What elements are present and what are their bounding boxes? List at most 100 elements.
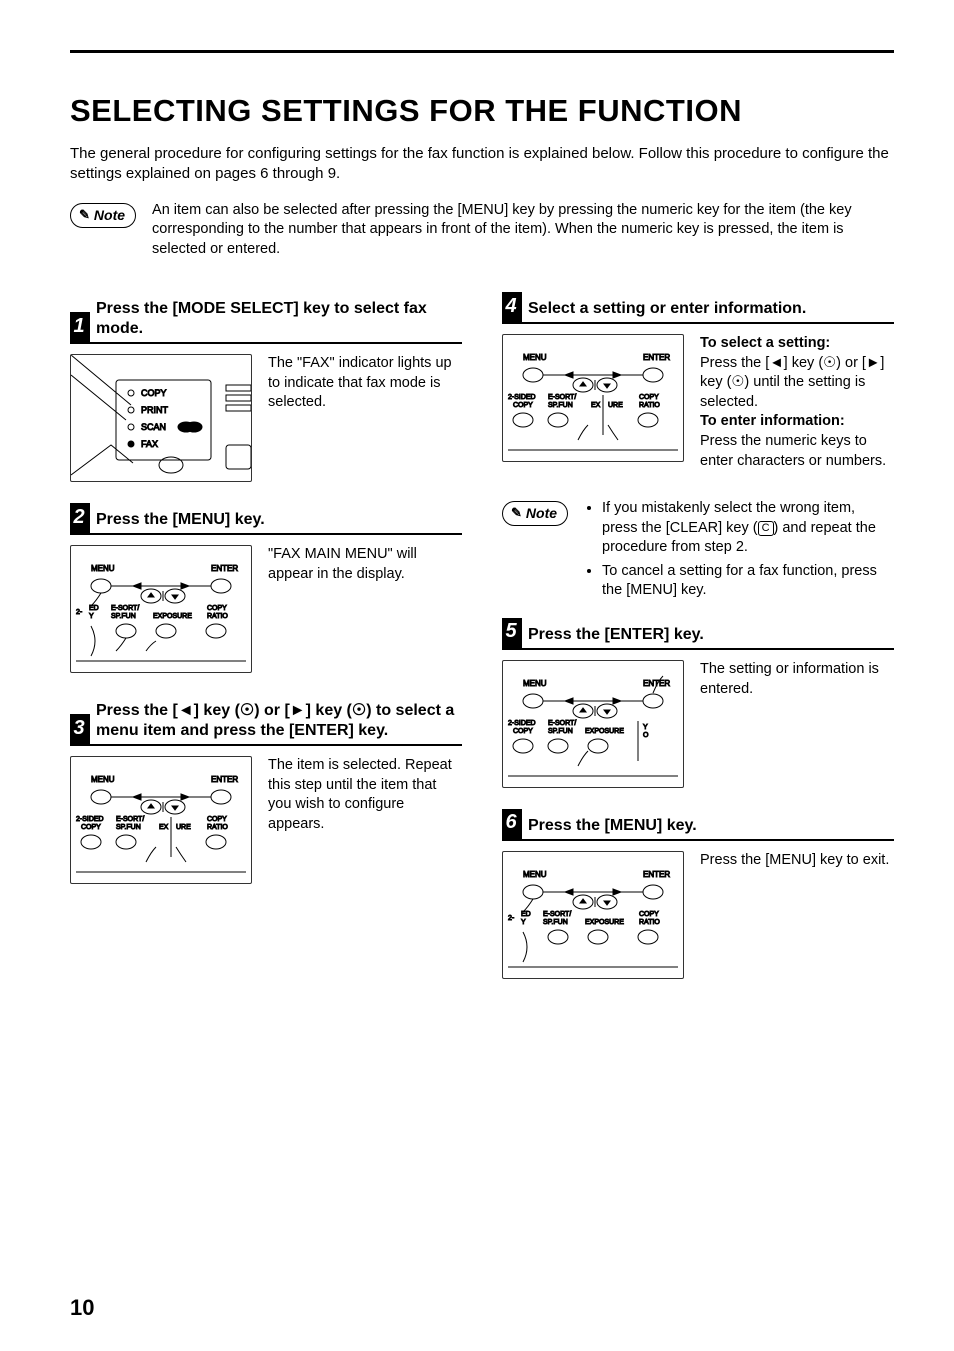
svg-text:E-SORT/: E-SORT/ (543, 911, 571, 918)
step-5: 5 Press the [ENTER] key. MENU ENTER (502, 625, 894, 788)
svg-text:E-SORT/: E-SORT/ (111, 605, 139, 612)
svg-text:RATIO: RATIO (639, 919, 660, 926)
left-arrow-icon: ◄ (178, 702, 194, 719)
step-1-title: Press the [MODE SELECT] key to select fa… (96, 299, 462, 339)
step-2-title: Press the [MENU] key. (96, 510, 462, 530)
pencil-icon: ✎ (511, 505, 522, 521)
svg-text:E-SORT/: E-SORT/ (116, 816, 144, 823)
top-rule (70, 50, 894, 53)
svg-text:ENTER: ENTER (643, 870, 670, 879)
svg-text:RATIO: RATIO (207, 613, 228, 620)
step-5-title: Press the [ENTER] key. (528, 625, 894, 645)
step-1: 1 Press the [MODE SELECT] key to select … (70, 299, 462, 482)
step-number-2: 2 (70, 503, 90, 533)
svg-text:2-SIDED: 2-SIDED (76, 816, 104, 823)
svg-text:O: O (643, 732, 649, 739)
menu-panel-diagram-5: MENU ENTER 2-SIDED COPY (502, 660, 684, 788)
step-2: 2 Press the [MENU] key. MENU ENTER (70, 510, 462, 673)
svg-text:ED: ED (89, 605, 99, 612)
note-pill: ✎ Note (502, 501, 568, 526)
circle-up-icon: ☉ (731, 374, 744, 390)
svg-text:SP.FUN: SP.FUN (548, 728, 573, 735)
svg-text:COPY: COPY (207, 816, 227, 823)
step-number-5: 5 (502, 618, 522, 648)
svg-text:MENU: MENU (91, 775, 115, 784)
mode-panel-diagram: COPY PRINT SCAN FAX (70, 354, 252, 482)
svg-text:URE: URE (176, 824, 191, 831)
svg-text:RATIO: RATIO (639, 402, 660, 409)
right-arrow-icon: ► (290, 702, 306, 719)
svg-text:EXPOSURE: EXPOSURE (153, 613, 192, 620)
step-6-desc: Press the [MENU] key to exit. (700, 851, 894, 871)
svg-text:ENTER: ENTER (211, 564, 238, 573)
svg-text:RATIO: RATIO (207, 824, 228, 831)
menu-panel-diagram-3: MENU ENTER 2-SIDED COPY (70, 756, 252, 884)
step-number-1: 1 (70, 312, 90, 342)
svg-text:SP.FUN: SP.FUN (111, 613, 136, 620)
step-3-desc: The item is selected. Repeat this step u… (268, 756, 462, 834)
svg-text:COPY: COPY (81, 824, 101, 831)
step-3-title: Press the [◄] key (☉) or [►] key (☉) to … (96, 701, 462, 741)
step-4: 4 Select a setting or enter information.… (502, 299, 894, 471)
enter-body: Press the numeric keys to enter characte… (700, 433, 886, 469)
svg-text:EX: EX (591, 402, 601, 409)
svg-text:URE: URE (608, 402, 623, 409)
svg-text:MENU: MENU (91, 564, 115, 573)
svg-text:COPY: COPY (141, 388, 167, 398)
circle-down-icon: ☉ (823, 355, 836, 371)
intro-paragraph: The general procedure for configuring se… (70, 144, 894, 185)
step-4-desc: To select a setting: Press the [◄] key (… (700, 334, 894, 471)
svg-text:ENTER: ENTER (643, 679, 670, 688)
svg-text:2-SIDED: 2-SIDED (508, 394, 536, 401)
svg-text:COPY: COPY (513, 402, 533, 409)
pencil-icon: ✎ (79, 207, 90, 223)
mid-note-item-2: To cancel a setting for a fax function, … (602, 562, 894, 601)
step-number-4: 4 (502, 292, 522, 322)
step-number-3: 3 (70, 714, 90, 744)
left-arrow-icon: ◄ (769, 355, 783, 371)
enter-heading: To enter information: (700, 413, 845, 429)
page-title: SELECTING SETTINGS FOR THE FUNCTION (70, 93, 894, 129)
svg-text:MENU: MENU (523, 353, 547, 362)
step-6: 6 Press the [MENU] key. MENU ENTER (502, 816, 894, 979)
step-1-desc: The "FAX" indicator lights up to indicat… (268, 354, 462, 413)
top-note-text: An item can also be selected after press… (152, 201, 894, 260)
step-2-desc: "FAX MAIN MENU" will appear in the displ… (268, 545, 462, 584)
mid-note-item-1: If you mistakenly select the wrong item,… (602, 499, 894, 558)
svg-text:SP.FUN: SP.FUN (116, 824, 141, 831)
svg-text:COPY: COPY (207, 605, 227, 612)
svg-text:EXPOSURE: EXPOSURE (585, 919, 624, 926)
menu-panel-diagram-2: MENU ENTER 2- ED (70, 545, 252, 673)
note-label: Note (94, 207, 125, 223)
mid-note: ✎ Note If you mistakenly select the wron… (502, 499, 894, 605)
note-label: Note (526, 505, 557, 521)
svg-text:ENTER: ENTER (643, 353, 670, 362)
step-3: 3 Press the [◄] key (☉) or [►] key (☉) t… (70, 701, 462, 884)
circle-down-icon: ☉ (240, 702, 254, 719)
svg-text:ED: ED (521, 911, 531, 918)
note-pill: ✎ Note (70, 203, 136, 228)
svg-text:ENTER: ENTER (211, 775, 238, 784)
svg-text:SCAN: SCAN (141, 422, 166, 432)
mid-note-text: If you mistakenly select the wrong item,… (584, 499, 894, 605)
page-number: 10 (70, 1295, 94, 1321)
svg-text:E-SORT/: E-SORT/ (548, 394, 576, 401)
circle-up-icon: ☉ (352, 702, 366, 719)
svg-text:COPY: COPY (639, 394, 659, 401)
menu-panel-diagram-4: MENU ENTER 2-SIDED COPY (502, 334, 684, 462)
svg-text:Y: Y (521, 919, 526, 926)
step-4-title: Select a setting or enter information. (528, 299, 894, 319)
svg-text:COPY: COPY (639, 911, 659, 918)
right-arrow-icon: ► (866, 355, 880, 371)
svg-text:Y: Y (643, 724, 648, 731)
svg-text:MENU: MENU (523, 870, 547, 879)
svg-text:EXPOSURE: EXPOSURE (585, 728, 624, 735)
step-number-6: 6 (502, 809, 522, 839)
svg-text:FAX: FAX (141, 439, 158, 449)
svg-text:EX: EX (159, 824, 169, 831)
step-5-desc: The setting or information is entered. (700, 660, 894, 699)
svg-text:SP.FUN: SP.FUN (543, 919, 568, 926)
svg-text:2-SIDED: 2-SIDED (508, 720, 536, 727)
svg-text:2-: 2- (508, 915, 515, 922)
svg-text:2-: 2- (76, 609, 83, 616)
